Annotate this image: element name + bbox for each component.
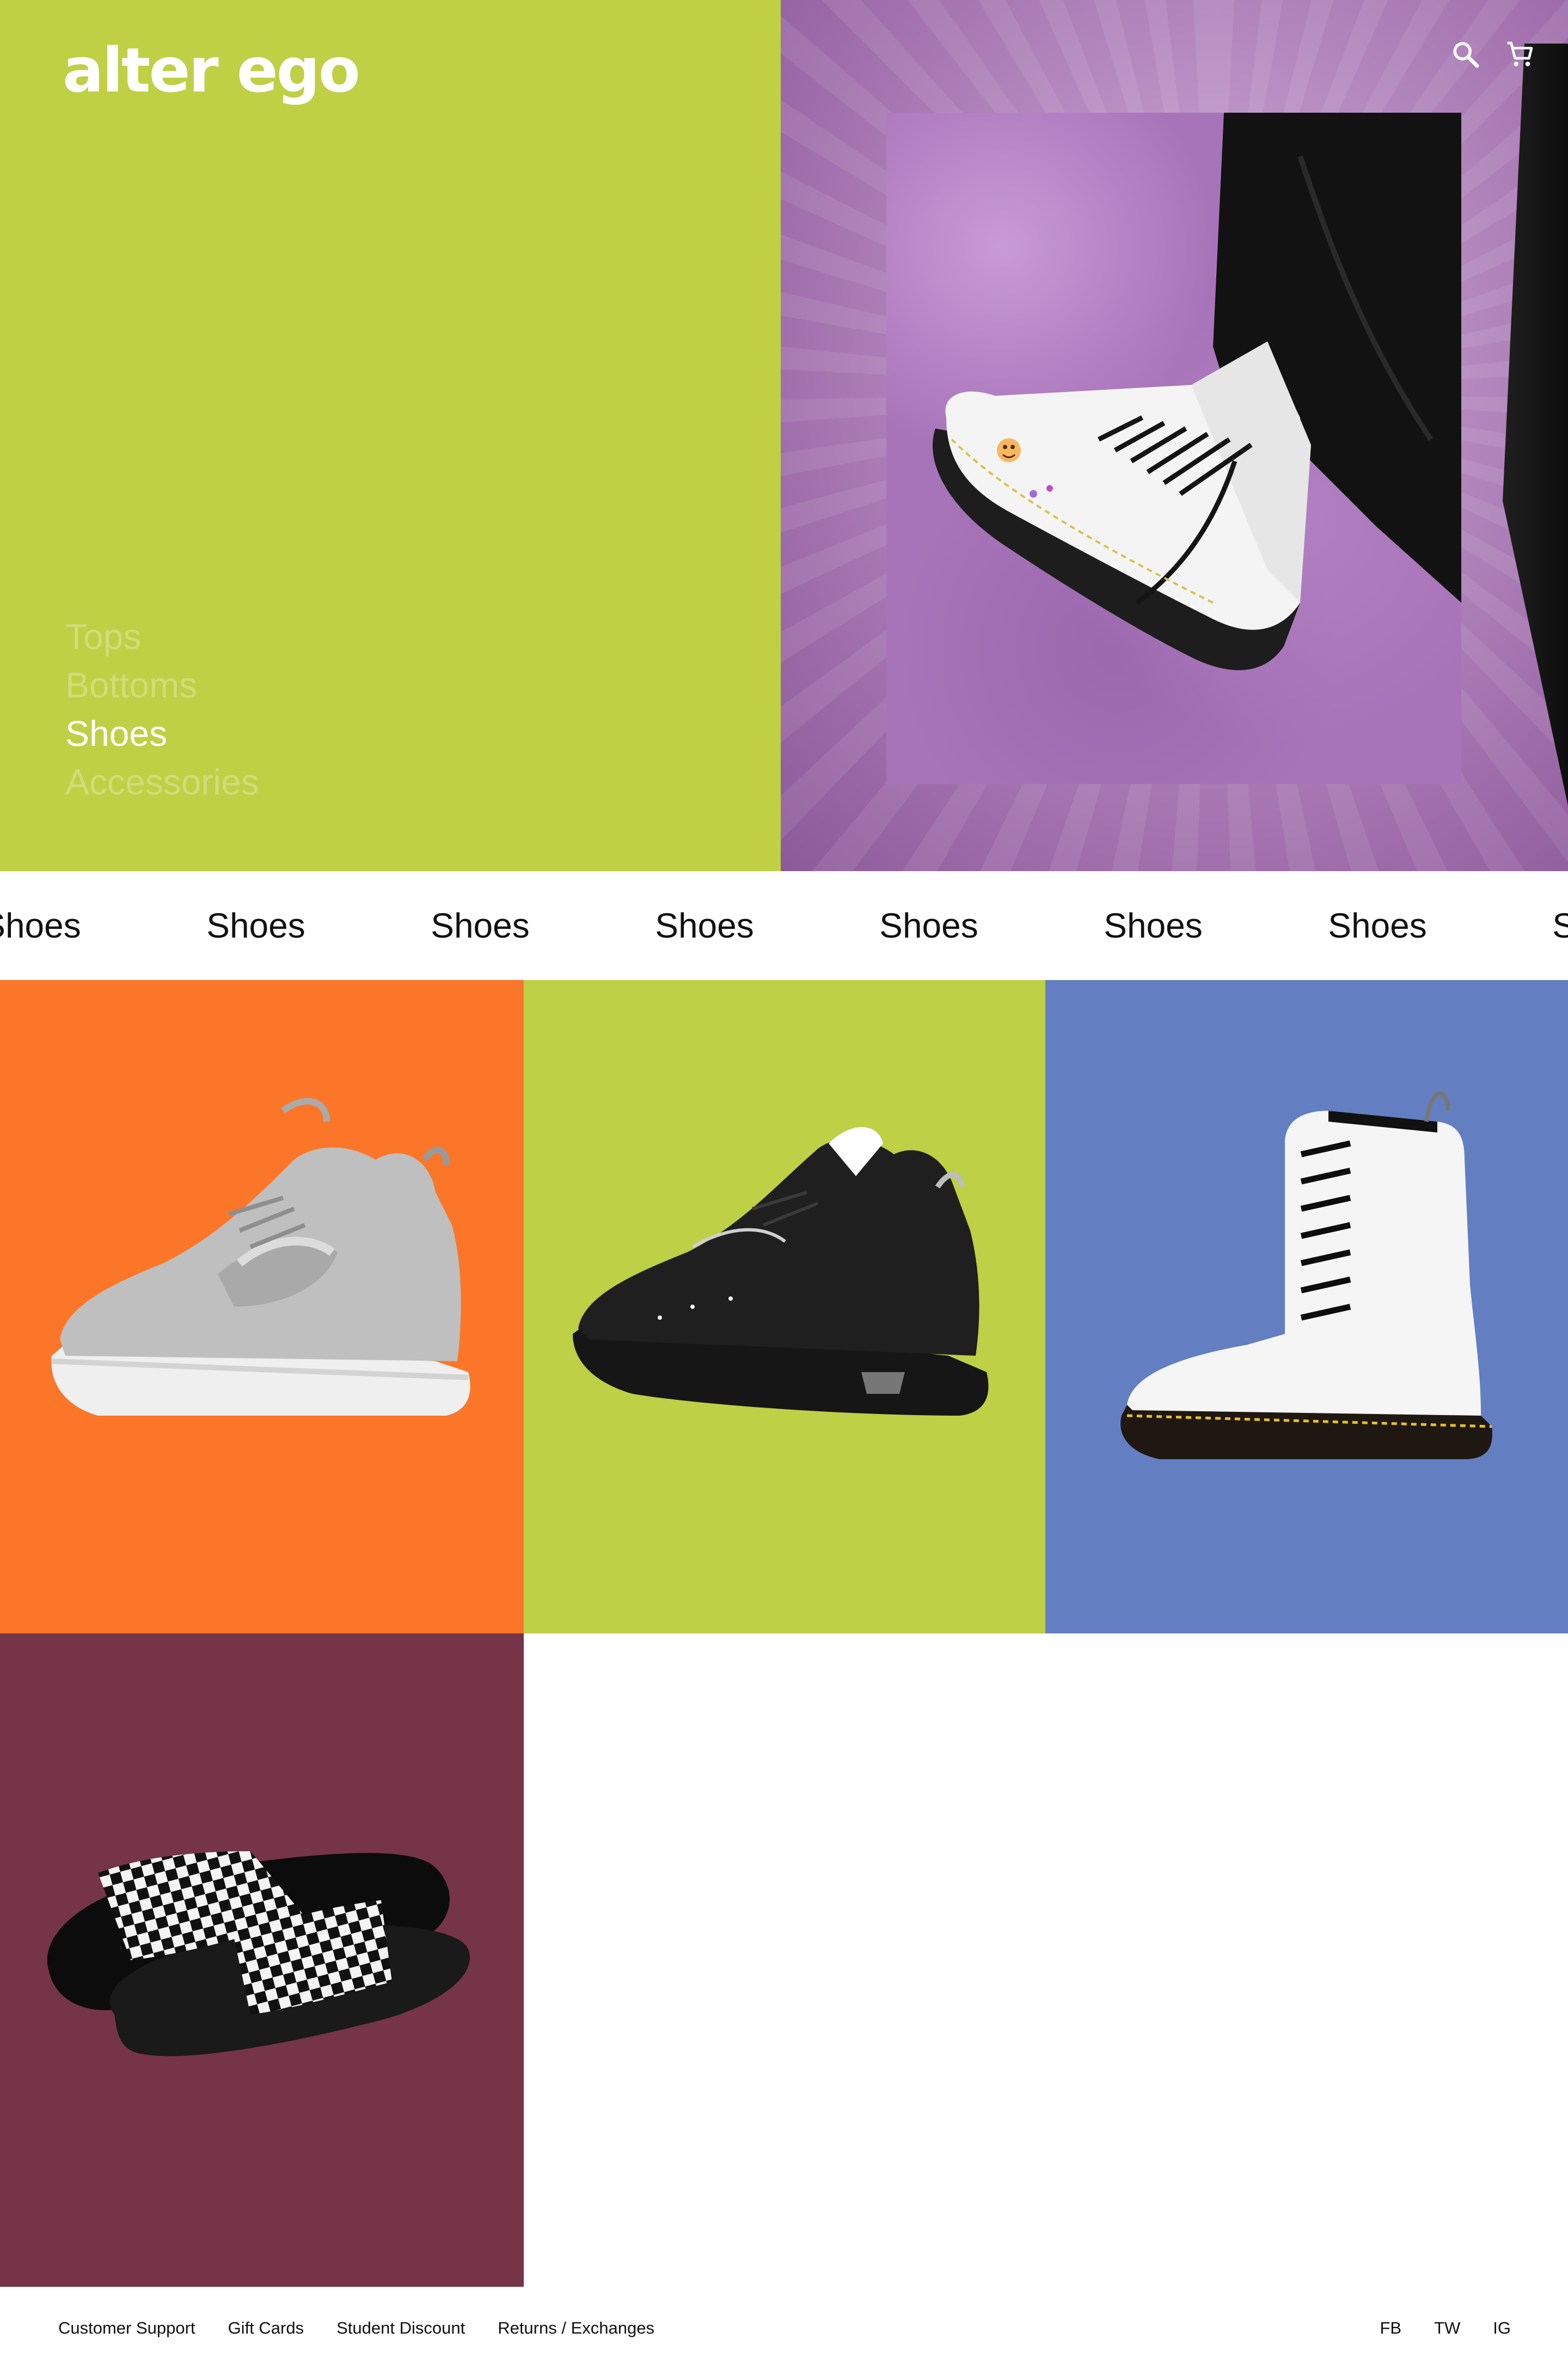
footer-link-returns-exchanges[interactable]: Returns / Exchanges — [498, 2317, 654, 2339]
marquee-item: Shoes — [1552, 906, 1568, 945]
social-link-instagram[interactable]: IG — [1493, 2317, 1511, 2339]
social-link-twitter[interactable]: TW — [1434, 2317, 1460, 2339]
category-nav: Tops Bottoms Shoes Accessories — [65, 613, 259, 806]
marquee-item: Shoes — [1104, 906, 1203, 945]
black-sneaker-image — [573, 1127, 989, 1416]
footer-link-customer-support[interactable]: Customer Support — [58, 2317, 195, 2339]
category-bottoms[interactable]: Bottoms — [65, 661, 259, 709]
header-icons — [1450, 39, 1535, 70]
product-card-silver-sneaker[interactable] — [0, 980, 524, 1633]
cart-icon[interactable] — [1505, 39, 1535, 70]
category-marquee: Shoes Shoes Shoes Shoes Shoes Shoes Shoes Shoes — [0, 871, 1568, 980]
hero-section: alter ego Tops Bottoms Shoes Accessories — [0, 0, 1568, 871]
hero-boot-illustration — [933, 113, 1461, 670]
marquee-item: Shoes — [879, 906, 978, 945]
hero-image-panel — [781, 0, 1568, 871]
hero-left-panel: alter ego Tops Bottoms Shoes Accessories — [0, 0, 781, 871]
marquee-item: Shoes — [655, 906, 754, 945]
marquee-item: Shoes — [0, 906, 81, 945]
marquee-item: Shoes — [431, 906, 530, 945]
category-tops[interactable]: Tops — [65, 613, 259, 661]
social-link-facebook[interactable]: FB — [1380, 2317, 1401, 2339]
product-card-black-sneaker[interactable] — [524, 980, 1045, 1633]
footer-social-links: FB TW IG — [1380, 2317, 1511, 2339]
search-icon[interactable] — [1450, 39, 1481, 70]
white-boot-image — [1120, 1091, 1492, 1459]
category-shoes[interactable]: Shoes — [65, 709, 259, 758]
footer-link-gift-cards[interactable]: Gift Cards — [228, 2317, 304, 2339]
site-footer: Customer Support Gift Cards Student Disc… — [0, 2287, 1568, 2375]
category-accessories[interactable]: Accessories — [65, 758, 259, 806]
product-card-checkerboard-slides[interactable] — [0, 1633, 524, 2287]
marquee-item: Shoes — [1328, 906, 1427, 945]
footer-link-student-discount[interactable]: Student Discount — [336, 2317, 465, 2339]
silver-sneaker-image — [51, 1098, 470, 1416]
product-card-white-boot[interactable] — [1045, 980, 1568, 1633]
marquee-item: Shoes — [206, 906, 305, 945]
hero-photo — [886, 113, 1461, 784]
footer-links: Customer Support Gift Cards Student Disc… — [58, 2317, 654, 2339]
checkerboard-slides-image — [47, 1851, 470, 2056]
marquee-track: Shoes Shoes Shoes Shoes Shoes Shoes Shoes Shoes — [0, 871, 1568, 980]
brand-logo[interactable]: alter ego — [63, 33, 360, 109]
